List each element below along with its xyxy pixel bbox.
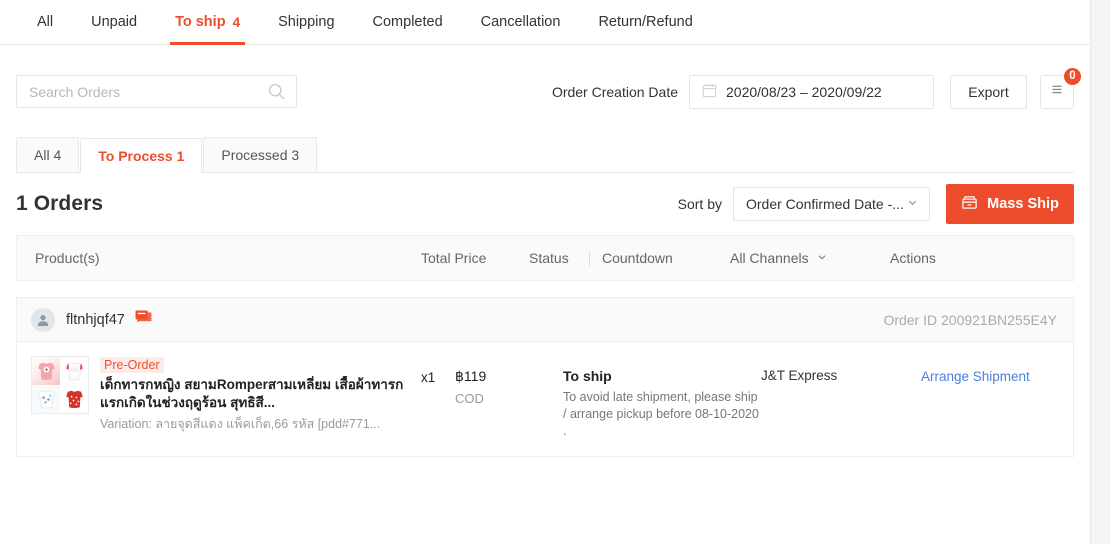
payment-method: COD — [455, 391, 484, 406]
tab-unpaid[interactable]: Unpaid — [72, 0, 156, 45]
orders-page: All Unpaid To ship 4 Shipping Completed … — [0, 0, 1110, 544]
page-content: All Unpaid To ship 4 Shipping Completed … — [0, 0, 1090, 544]
mass-ship-label: Mass Ship — [987, 196, 1059, 212]
user-avatar-icon — [31, 307, 55, 332]
sort-by-label: Sort by — [677, 196, 722, 212]
date-range-value: 2020/08/23 – 2020/09/22 — [726, 83, 882, 100]
tab-all-label: All — [37, 14, 54, 30]
subtab-to-process[interactable]: To Process 1 — [80, 138, 203, 173]
order-card-header: fltnhjqf47 Order ID 200921BN255E4Y — [17, 298, 1073, 342]
tab-cancellation[interactable]: Cancellation — [462, 0, 580, 45]
search-orders-box[interactable] — [16, 75, 297, 108]
subtab-processed[interactable]: Processed 3 — [203, 137, 318, 172]
status-badge: To ship — [563, 368, 612, 384]
thumb-cell-1 — [32, 357, 60, 385]
pre-order-tag: Pre-Order — [100, 357, 164, 373]
order-item-row: Pre-Order เด็กทารกหญิง สยามRomperสามเหลี… — [17, 342, 1073, 456]
sort-by-value: Order Confirmed Date -... — [746, 196, 904, 212]
actions-cell: Arrange Shipment — [921, 356, 1030, 440]
export-label: Export — [968, 83, 1009, 100]
tab-shipping-label: Shipping — [278, 14, 335, 30]
tab-to-ship[interactable]: To ship 4 — [156, 0, 259, 45]
search-input[interactable] — [17, 83, 296, 100]
box-icon — [961, 194, 978, 215]
document-list-icon — [1048, 80, 1066, 103]
total-price: ฿119 — [455, 368, 487, 384]
product-name[interactable]: เด็กทารกหญิง สยามRomperสามเหลี่ยม เสื้อผ… — [100, 376, 421, 412]
product-cell: Pre-Order เด็กทารกหญิง สยามRomperสามเหลี… — [31, 356, 421, 440]
status-note: To avoid late shipment, please ship / ar… — [563, 390, 759, 438]
arrange-shipment-link[interactable]: Arrange Shipment — [921, 369, 1030, 384]
export-history-badge: 0 — [1063, 66, 1082, 86]
tab-to-ship-count: 4 — [232, 14, 241, 30]
tab-unpaid-label: Unpaid — [91, 14, 138, 30]
order-id: Order ID 200921BN255E4Y — [883, 311, 1057, 328]
status-cell: To ship To avoid late shipment, please s… — [563, 356, 761, 440]
sort-by-select[interactable]: Order Confirmed Date -... — [733, 187, 930, 221]
thumb-cell-3 — [32, 385, 60, 413]
filter-bar: Order Creation Date 2020/08/23 – 2020/09… — [0, 45, 1090, 117]
order-creation-date-label: Order Creation Date — [551, 83, 678, 100]
orders-table-header: Product(s) Total Price Status Countdown … — [16, 235, 1074, 281]
price-cell: ฿119 COD — [455, 356, 563, 440]
calendar-icon — [702, 83, 717, 101]
thumb-cell-4 — [60, 385, 88, 413]
orders-toolbar: 1 Orders Sort by Order Confirmed Date -.… — [16, 173, 1074, 235]
column-divider — [589, 250, 590, 266]
chat-bubble-icon[interactable] — [135, 309, 152, 330]
export-history-button[interactable]: 0 — [1040, 66, 1082, 109]
column-product: Product(s) — [35, 250, 100, 266]
product-info: Pre-Order เด็กทารกหญิง สยามRomperสามเหลี… — [100, 356, 421, 440]
subtab-all[interactable]: All 4 — [16, 137, 80, 172]
thumb-cell-2 — [60, 357, 88, 385]
chevron-down-icon — [906, 196, 919, 212]
tab-cancellation-label: Cancellation — [480, 14, 561, 30]
page-right-gutter — [1090, 0, 1110, 544]
order-status-tabbar: All Unpaid To ship 4 Shipping Completed … — [0, 0, 1090, 45]
tab-completed-label: Completed — [372, 14, 443, 30]
tab-return-refund[interactable]: Return/Refund — [579, 0, 711, 45]
tab-to-ship-label: To ship — [175, 14, 226, 30]
column-channel-filter[interactable]: All Channels — [730, 250, 890, 266]
product-thumbnail[interactable] — [31, 356, 89, 414]
column-status: Status — [529, 250, 569, 266]
column-countdown: Countdown — [602, 250, 673, 266]
mass-ship-button[interactable]: Mass Ship — [946, 184, 1074, 224]
subtab-all-label: All 4 — [34, 147, 62, 163]
column-total-price: Total Price — [421, 250, 487, 266]
export-button[interactable]: Export — [950, 74, 1027, 109]
process-tabbar: All 4 To Process 1 Processed 3 — [16, 137, 1074, 173]
tab-completed[interactable]: Completed — [354, 0, 462, 45]
chevron-down-icon — [816, 250, 828, 266]
subtab-to-process-label: To Process 1 — [98, 148, 185, 164]
product-variation: Variation: ลายจุดสีแดง แพ็คเก็ต,66 รหัส … — [100, 417, 381, 431]
order-card: fltnhjqf47 Order ID 200921BN255E4Y Pre-O… — [16, 297, 1074, 457]
subtab-processed-label: Processed 3 — [221, 147, 300, 163]
column-actions: Actions — [890, 250, 936, 266]
column-channel-label: All Channels — [730, 250, 809, 266]
shipping-channel: J&T Express — [761, 368, 838, 383]
date-range-picker[interactable]: 2020/08/23 – 2020/09/22 — [689, 74, 934, 109]
tab-shipping[interactable]: Shipping — [259, 0, 353, 45]
search-icon[interactable] — [268, 83, 285, 105]
tab-all[interactable]: All — [18, 0, 72, 45]
orders-count-title: 1 Orders — [16, 192, 104, 215]
buyer-username[interactable]: fltnhjqf47 — [66, 312, 125, 328]
product-quantity: x1 — [421, 370, 436, 385]
tab-return-refund-label: Return/Refund — [598, 14, 693, 30]
